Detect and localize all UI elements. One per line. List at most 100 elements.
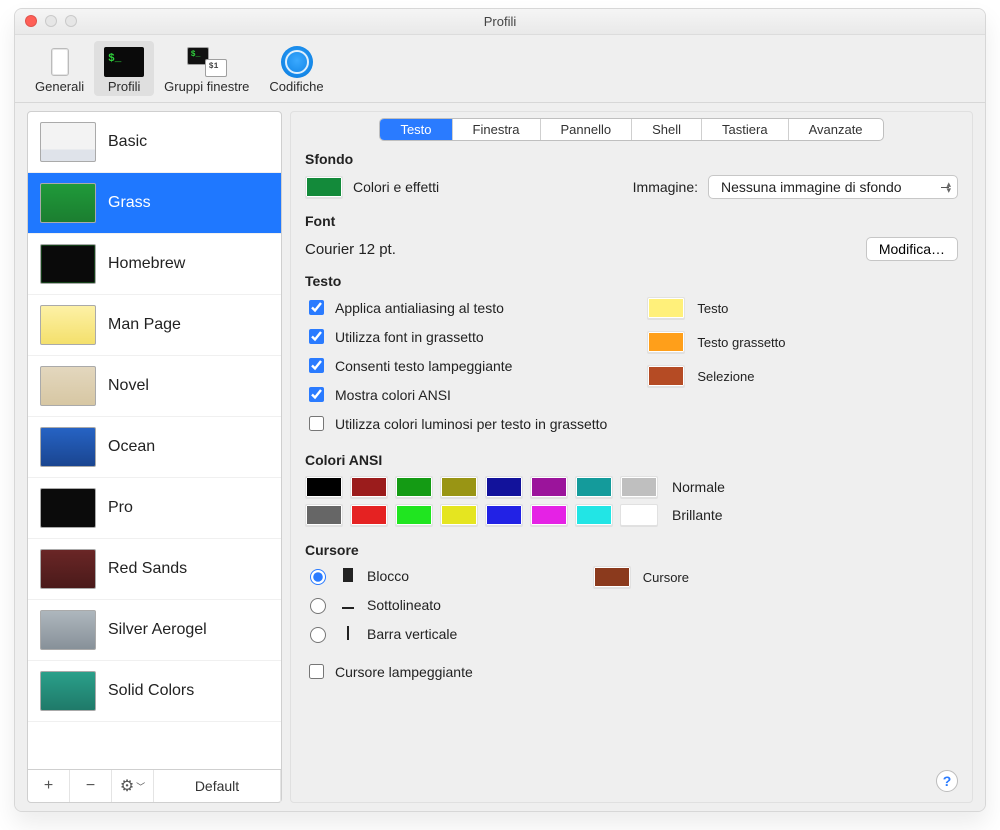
ansi-bright-color-5[interactable] <box>530 504 568 526</box>
check-bright-bold[interactable]: Utilizza colori luminosi per testo in gr… <box>305 413 607 434</box>
help-button[interactable]: ? <box>936 770 958 792</box>
general-icon <box>40 45 80 79</box>
ansi-normal-color-5[interactable] <box>530 476 568 498</box>
window-close-button[interactable] <box>25 15 37 27</box>
check-bright-bold-input[interactable] <box>309 416 324 431</box>
profiles-list[interactable]: Basic Grass Homebrew Man Page Novel <box>28 112 281 769</box>
bold-text-color-well[interactable] <box>647 331 685 353</box>
encodings-icon <box>277 45 317 79</box>
ansi-bright-color-0[interactable] <box>305 504 343 526</box>
cursor-color-well[interactable] <box>593 566 631 588</box>
window-minimize-button[interactable] <box>45 15 57 27</box>
profile-item-label: Red Sands <box>108 560 187 578</box>
colors-effects-label: Colori e effetti <box>353 179 439 195</box>
profile-tabs: Testo Finestra Pannello Shell Tastiera A… <box>305 118 958 141</box>
check-antialias-input[interactable] <box>309 300 324 315</box>
profile-item-label: Pro <box>108 499 133 517</box>
gear-icon: ⚙︎ <box>120 776 134 796</box>
profile-item-label: Grass <box>108 194 151 212</box>
ansi-bright-color-7[interactable] <box>620 504 658 526</box>
ansi-normal-color-0[interactable] <box>305 476 343 498</box>
text-color-wells: Testo Testo grassetto Selezione <box>647 297 785 434</box>
check-antialias[interactable]: Applica antialiasing al testo <box>305 297 607 318</box>
radio-block[interactable]: Blocco <box>305 566 473 585</box>
selection-color-well[interactable] <box>647 365 685 387</box>
ansi-bright-color-3[interactable] <box>440 504 478 526</box>
ansi-bright-color-1[interactable] <box>350 504 388 526</box>
radio-underline-input[interactable] <box>310 598 326 614</box>
check-blink-text[interactable]: Consenti testo lampeggiante <box>305 355 607 376</box>
radio-vertical-bar[interactable]: Barra verticale <box>305 624 473 643</box>
image-popup-label: Immagine: <box>633 179 698 195</box>
change-font-button[interactable]: Modifica… <box>866 237 958 261</box>
profile-item-basic[interactable]: Basic <box>28 112 281 173</box>
remove-profile-button[interactable]: − <box>70 770 112 802</box>
set-default-button[interactable]: Default <box>154 770 281 802</box>
toolbar-item-encodings[interactable]: Codifiche <box>259 41 333 96</box>
tab-advanced[interactable]: Avanzate <box>789 119 883 140</box>
check-cursor-blink[interactable]: Cursore lampeggiante <box>305 661 473 682</box>
check-label: Utilizza colori luminosi per testo in gr… <box>335 416 607 432</box>
add-profile-button[interactable]: + <box>28 770 70 802</box>
profile-thumbnail <box>40 549 96 589</box>
profile-settings-panel: Testo Finestra Pannello Shell Tastiera A… <box>290 111 973 803</box>
window-groups-icon <box>187 45 227 79</box>
toolbar-item-general[interactable]: Generali <box>25 41 94 96</box>
window-controls <box>25 15 77 27</box>
radio-block-input[interactable] <box>310 569 326 585</box>
profiles-sidebar: Basic Grass Homebrew Man Page Novel <box>27 111 282 803</box>
check-cursor-blink-input[interactable] <box>309 664 324 679</box>
text-color-well[interactable] <box>647 297 685 319</box>
default-label: Default <box>195 778 239 794</box>
profile-item-homebrew[interactable]: Homebrew <box>28 234 281 295</box>
color-label: Testo grassetto <box>697 335 785 350</box>
background-image-popup[interactable]: Nessuna immagine di sfondo ▴▾ <box>708 175 958 199</box>
ansi-normal-color-1[interactable] <box>350 476 388 498</box>
profile-item-pro[interactable]: Pro <box>28 478 281 539</box>
toolbar-item-window-groups[interactable]: Gruppi finestre <box>154 41 259 96</box>
profile-item-label: Solid Colors <box>108 682 194 700</box>
tab-window[interactable]: Finestra <box>453 119 541 140</box>
ansi-normal-color-2[interactable] <box>395 476 433 498</box>
background-color-well[interactable] <box>305 176 343 198</box>
check-label: Applica antialiasing al testo <box>335 300 504 316</box>
ansi-normal-color-3[interactable] <box>440 476 478 498</box>
check-blink-text-input[interactable] <box>309 358 324 373</box>
profiles-icon <box>104 45 144 79</box>
profile-thumbnail <box>40 366 96 406</box>
underline-cursor-icon <box>339 597 357 613</box>
toolbar-item-profiles[interactable]: Profili <box>94 41 154 96</box>
radio-vbar-input[interactable] <box>310 627 326 643</box>
ansi-normal-color-7[interactable] <box>620 476 658 498</box>
ansi-bright-color-6[interactable] <box>575 504 613 526</box>
tab-shell[interactable]: Shell <box>632 119 702 140</box>
profile-item-solid-colors[interactable]: Solid Colors <box>28 661 281 722</box>
profile-item-silver-aerogel[interactable]: Silver Aerogel <box>28 600 281 661</box>
tab-panel[interactable]: Pannello <box>541 119 633 140</box>
profile-item-grass[interactable]: Grass <box>28 173 281 234</box>
ansi-bright-row: Brillante <box>305 504 958 526</box>
ansi-bright-color-2[interactable] <box>395 504 433 526</box>
tab-keyboard[interactable]: Tastiera <box>702 119 789 140</box>
profile-thumbnail <box>40 610 96 650</box>
check-bold-font-input[interactable] <box>309 329 324 344</box>
ansi-normal-row: Normale <box>305 476 958 498</box>
check-bold-font[interactable]: Utilizza font in grassetto <box>305 326 607 347</box>
check-show-ansi[interactable]: Mostra colori ANSI <box>305 384 607 405</box>
profile-item-red-sands[interactable]: Red Sands <box>28 539 281 600</box>
radio-underline[interactable]: Sottolineato <box>305 595 473 614</box>
sidebar-footer: + − ⚙︎﹀ Default <box>28 769 281 802</box>
tab-text[interactable]: Testo <box>380 119 452 140</box>
profile-item-novel[interactable]: Novel <box>28 356 281 417</box>
window-zoom-button[interactable] <box>65 15 77 27</box>
profile-item-ocean[interactable]: Ocean <box>28 417 281 478</box>
check-show-ansi-input[interactable] <box>309 387 324 402</box>
profile-actions-button[interactable]: ⚙︎﹀ <box>112 770 154 802</box>
toolbar-item-label: Codifiche <box>269 79 323 94</box>
plus-icon: + <box>44 777 53 795</box>
ansi-bright-color-4[interactable] <box>485 504 523 526</box>
ansi-normal-color-4[interactable] <box>485 476 523 498</box>
ansi-normal-color-6[interactable] <box>575 476 613 498</box>
section-font-title: Font <box>305 213 958 229</box>
profile-item-man-page[interactable]: Man Page <box>28 295 281 356</box>
